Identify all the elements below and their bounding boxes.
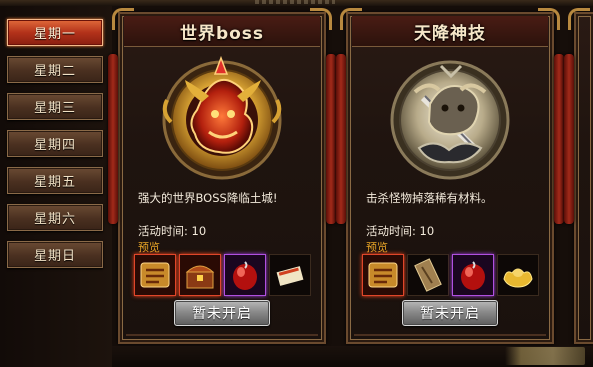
not-open-button[interactable]: 暂未开启	[402, 300, 498, 326]
preview-link[interactable]: 预览	[366, 239, 388, 255]
silver-warrior-emblem-icon	[385, 52, 515, 182]
scroll-item-icon[interactable]	[269, 254, 311, 296]
day-tab-sunday[interactable]: 星期日	[7, 241, 103, 268]
corner-ornament	[112, 8, 134, 30]
event-time: 活动时间: 10	[138, 224, 207, 238]
day-tab-friday[interactable]: 星期五	[7, 167, 103, 194]
pillar-decoration	[554, 54, 564, 224]
card-title: 世界boss	[179, 23, 265, 44]
gold-ingot-item-icon[interactable]	[497, 254, 539, 296]
treasure-chest-item-icon[interactable]	[179, 254, 221, 296]
card-header: 天降神技	[352, 16, 548, 47]
event-description: 强大的世界BOSS降临土城!	[138, 191, 278, 205]
red-gem-item-icon[interactable]	[452, 254, 494, 296]
corner-ornament	[340, 8, 362, 30]
pillar-decoration	[564, 54, 574, 224]
event-description: 击杀怪物掉落稀有材料。	[366, 191, 493, 205]
day-tab-saturday[interactable]: 星期六	[7, 204, 103, 231]
event-card-world-boss: 世界boss 强大的世界BOSS降临土城! 活动时间: 10 预览 暂未开启	[108, 8, 336, 344]
event-time: 活动时间: 10	[366, 224, 435, 238]
day-tab-monday[interactable]: 星期一	[7, 19, 103, 46]
not-open-button[interactable]: 暂未开启	[174, 300, 270, 326]
preview-link[interactable]: 预览	[138, 239, 160, 255]
pillar-decoration	[108, 54, 118, 224]
card-bottom-border	[126, 334, 318, 336]
ancient-scroll-item-icon[interactable]	[407, 254, 449, 296]
day-tab-thursday[interactable]: 星期四	[7, 130, 103, 157]
watermark-logo	[505, 347, 585, 365]
day-tab-tuesday[interactable]: 星期二	[7, 56, 103, 83]
corner-ornament	[310, 8, 332, 30]
bottom-bar	[112, 346, 593, 367]
corner-ornament	[538, 8, 560, 30]
event-card-divine-skill: 天降神技 击杀怪物掉落稀有材料。 活动时间: 10 预览 暂未开启	[336, 8, 564, 344]
event-card-partial	[564, 8, 593, 344]
card-title: 天降神技	[414, 23, 486, 44]
card-bottom-border	[354, 334, 546, 336]
title-card-item-icon[interactable]	[134, 254, 176, 296]
title-card-item-icon[interactable]	[362, 254, 404, 296]
red-gem-item-icon[interactable]	[224, 254, 266, 296]
pillar-decoration	[326, 54, 336, 224]
day-sidebar: 星期一 星期二 星期三 星期四 星期五 星期六 星期日	[0, 6, 112, 367]
card-header: 世界boss	[124, 16, 320, 47]
title-decoration	[255, 0, 335, 4]
day-tab-wednesday[interactable]: 星期三	[7, 93, 103, 120]
pillar-decoration	[336, 54, 346, 224]
golden-dragon-emblem-icon	[157, 52, 287, 182]
corner-ornament	[568, 8, 590, 30]
